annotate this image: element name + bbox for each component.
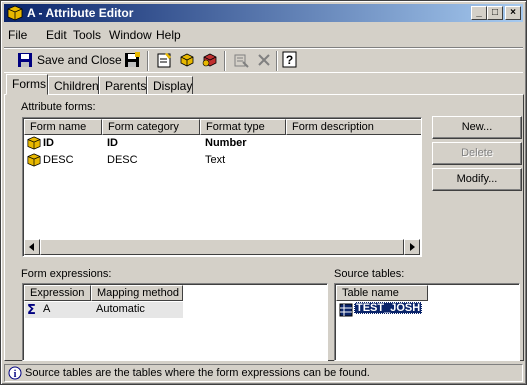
- attribute-editor-window: A - Attribute Editor _ □ × File Edit Too…: [0, 0, 527, 385]
- cube-icon: [27, 153, 41, 170]
- close-button[interactable]: ×: [505, 6, 521, 20]
- format-type-cell: Text: [205, 154, 226, 166]
- delete-x-icon[interactable]: [256, 52, 272, 72]
- status-bar: i Source tables are the tables where the…: [4, 364, 523, 382]
- column-form-name[interactable]: Form name: [24, 119, 102, 135]
- menu-file[interactable]: File: [8, 28, 27, 42]
- attribute-forms-list[interactable]: Form name Form category Format type Form…: [22, 117, 422, 257]
- minimize-button[interactable]: _: [471, 6, 487, 20]
- status-text: Source tables are the tables where the f…: [25, 367, 370, 379]
- menu-help[interactable]: Help: [156, 28, 181, 42]
- table-row[interactable]: ID ID Number: [25, 136, 421, 152]
- forms-tab-panel: Attribute forms: Form name Form category…: [4, 94, 524, 361]
- expression-cell: A: [43, 303, 51, 315]
- table-name-cell: TEST_JOSH: [354, 302, 423, 314]
- format-type-cell: Number: [205, 137, 247, 149]
- delete-button[interactable]: Delete: [432, 142, 522, 165]
- tab-display[interactable]: Display: [147, 76, 193, 95]
- table-row[interactable]: DESC DESC Text: [25, 153, 421, 169]
- column-table-name[interactable]: Table name: [336, 285, 428, 301]
- form-category-cell: ID: [107, 137, 118, 149]
- tab-children[interactable]: Children: [48, 76, 99, 95]
- app-cube-icon: [7, 5, 23, 21]
- toolbar-separator: [224, 51, 226, 71]
- help-icon[interactable]: ?: [281, 51, 299, 71]
- toolbar: Save and Close ?: [4, 47, 523, 73]
- window-title: A - Attribute Editor: [27, 6, 134, 20]
- svg-text:i: i: [14, 369, 17, 380]
- column-mapping-method[interactable]: Mapping method: [91, 285, 183, 301]
- cube-red-icon[interactable]: [202, 52, 218, 72]
- form-category-cell: DESC: [107, 154, 138, 166]
- toolbar-separator: [147, 51, 149, 71]
- source-tables-list[interactable]: Table name TEST_JOSH: [334, 283, 520, 361]
- attribute-forms-label: Attribute forms:: [21, 101, 96, 113]
- new-button[interactable]: New...: [432, 116, 522, 139]
- title-bar[interactable]: A - Attribute Editor _ □ ×: [4, 4, 523, 22]
- info-icon: i: [8, 366, 22, 383]
- table-icon: [339, 303, 353, 320]
- menu-tools[interactable]: Tools: [73, 28, 101, 42]
- menu-window[interactable]: Window: [109, 28, 152, 42]
- horizontal-scrollbar[interactable]: [24, 239, 420, 255]
- restore-button[interactable]: □: [487, 6, 503, 20]
- scroll-left-button[interactable]: [24, 239, 40, 255]
- table-row[interactable]: Σ A Automatic: [25, 302, 183, 318]
- save-icon[interactable]: [124, 52, 140, 72]
- table-row[interactable]: TEST_JOSH: [337, 302, 517, 318]
- cube-icon: [27, 136, 41, 153]
- menu-bar: File Edit Tools Window Help: [4, 25, 523, 45]
- save-and-close-button[interactable]: Save and Close: [37, 53, 122, 73]
- toolbar-separator: [276, 51, 278, 71]
- svg-text:Σ: Σ: [27, 303, 36, 317]
- form-name-cell: ID: [43, 137, 54, 149]
- column-form-description[interactable]: Form description: [286, 119, 421, 135]
- column-expression[interactable]: Expression: [24, 285, 91, 301]
- mapping-method-cell: Automatic: [96, 303, 145, 315]
- form-expressions-list[interactable]: Expression Mapping method Σ A Automatic: [22, 283, 328, 361]
- new-attribute-icon[interactable]: [156, 52, 172, 72]
- scroll-right-button[interactable]: [404, 239, 420, 255]
- sigma-icon: Σ: [27, 303, 39, 320]
- form-expressions-label: Form expressions:: [21, 268, 112, 280]
- scroll-thumb[interactable]: [40, 239, 404, 255]
- tab-forms[interactable]: Forms: [6, 74, 48, 95]
- properties-icon[interactable]: [233, 52, 249, 72]
- column-form-category[interactable]: Form category: [102, 119, 200, 135]
- save-icon[interactable]: [17, 52, 33, 72]
- tab-parents[interactable]: Parents: [99, 76, 147, 95]
- modify-button[interactable]: Modify...: [432, 168, 522, 191]
- menu-edit[interactable]: Edit: [46, 28, 67, 42]
- source-tables-label: Source tables:: [334, 268, 405, 280]
- form-name-cell: DESC: [43, 154, 74, 166]
- column-format-type[interactable]: Format type: [200, 119, 286, 135]
- cube-icon[interactable]: [179, 52, 195, 72]
- svg-text:?: ?: [286, 53, 293, 67]
